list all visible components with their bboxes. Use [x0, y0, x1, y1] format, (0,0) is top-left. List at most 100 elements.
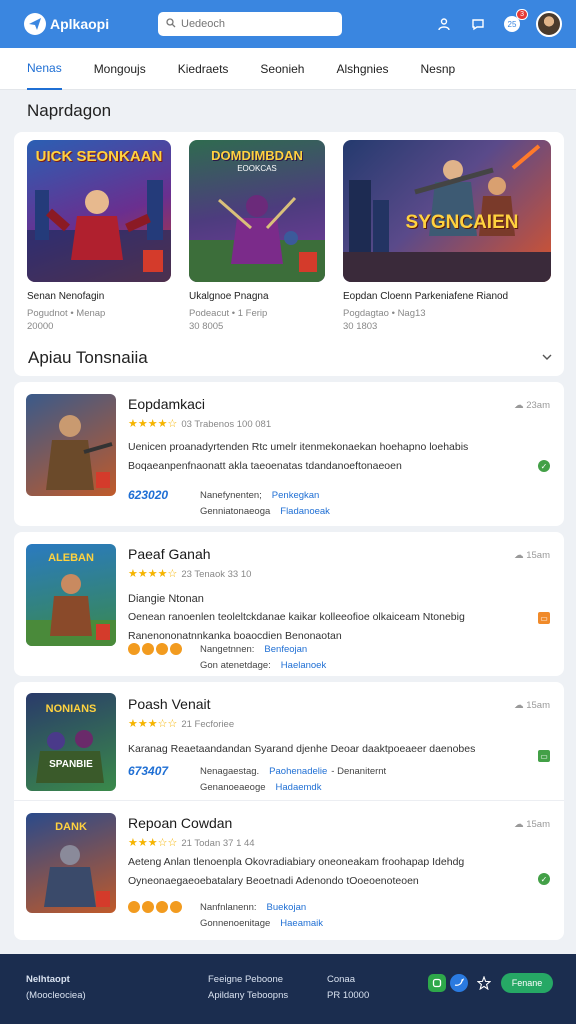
category-tabs: Nenas Mongoujs Kiedraets Seonieh Alshgni…: [0, 48, 576, 90]
chat-icon[interactable]: [468, 14, 488, 34]
game-meta: Podeacut • 1 Ferip: [189, 308, 268, 319]
app-name: Aplkaopi: [50, 16, 110, 32]
game-thumbnail: NONIANS SPANBIE: [26, 693, 116, 791]
category-link[interactable]: Hadaemdk: [276, 782, 322, 793]
rating-stars: ★★★☆☆ 21 Todan 37 1 44: [128, 837, 255, 849]
footer-link[interactable]: Apildany Teboopns: [208, 988, 288, 1004]
timestamp: ☁ 15am: [514, 819, 550, 830]
download-info: Nanfnlanenn: Buekojan Gonnenoenitage Haeam…: [200, 900, 323, 932]
game-meta: Pogudnot • Menap: [27, 308, 106, 319]
search-bar[interactable]: [158, 12, 342, 36]
featured-card[interactable]: DOMDIMBDAN EOOKCAS Ukalgnoe Pnagna Podea…: [189, 140, 325, 333]
featured-title: Naprdagon: [27, 101, 112, 120]
cover-title: UICK SEONKAAN: [35, 148, 163, 165]
rating-text: 21 Todan 37 1 44: [181, 838, 255, 849]
game-name: Senan Nenofagin: [27, 291, 105, 302]
calendar-icon: ▭: [538, 750, 550, 762]
calendar-icon: ▭: [538, 612, 550, 624]
cover-title: ALEBAN: [48, 552, 94, 564]
download-info: Nenagaestag. Paohenadelie - Denaniternt Ge…: [200, 764, 386, 796]
category-label: Gon atenetdage:: [200, 660, 271, 671]
top-bar: Aplkaopi 25 3: [0, 0, 576, 48]
download-link[interactable]: Paohenadelie: [269, 766, 327, 777]
download-extra: - Denaniternt: [331, 766, 387, 777]
featured-card[interactable]: UICK SEONKAAN Senan Nenofagin Pogudnot •…: [27, 140, 171, 333]
rating-text: 23 Tenaok 33 10: [181, 569, 252, 580]
game-meta-count: 30 8005: [189, 321, 224, 332]
svg-text:25: 25: [508, 20, 517, 29]
game-meta-count: 30 1803: [343, 321, 378, 332]
game-name: Repoan Cowdan: [128, 815, 233, 831]
game-thumbnail: DANK: [26, 813, 116, 913]
game-name: Paeaf Ganah: [128, 546, 211, 562]
chat-app-icon[interactable]: [428, 974, 446, 992]
cloud-icon: ☁: [514, 400, 524, 411]
rating-text: 03 Trabenos 100 081: [181, 419, 272, 430]
game-name: Ukalgnoe Pnagna: [189, 291, 269, 302]
game-meta-count: 20000: [27, 321, 54, 332]
featured-card[interactable]: SYGNCAIEN Eopdan Cloenn Parkeniafene Ria…: [343, 140, 551, 333]
tab-3[interactable]: Seonieh: [260, 48, 304, 90]
footer-link[interactable]: PR 10000: [327, 988, 369, 1004]
download-label: Nanfnlanenn:: [200, 902, 257, 913]
download-link[interactable]: Penkegkan: [272, 490, 320, 501]
avatar[interactable]: [536, 11, 562, 37]
star-icon[interactable]: [475, 974, 493, 992]
game-thumbnail: [26, 394, 116, 496]
game-description: Uenicen proanadyrtenden Rtc umelr itenme…: [128, 441, 469, 472]
list-item[interactable]: Eopdamkaci ★★★★☆ 03 Trabenos 100 081 ☁ 23…: [14, 382, 564, 526]
tab-2[interactable]: Kiedraets: [178, 48, 229, 90]
footer-link[interactable]: Feeigne Peboone: [208, 972, 288, 988]
category-link[interactable]: Haelanoek: [281, 660, 326, 671]
download-info: Nanefynenten; Penkegkan Genniatonaeoga Fla…: [200, 488, 330, 520]
category-link[interactable]: Haeamaik: [280, 918, 323, 929]
price: 623020: [128, 488, 169, 502]
cloud-icon: ☁: [514, 700, 524, 711]
download-link[interactable]: Benfeojan: [264, 644, 307, 655]
search-icon: [166, 15, 176, 33]
timestamp: ☁ 15am: [514, 700, 550, 711]
app-logo[interactable]: Aplkaopi: [24, 13, 158, 35]
list-section-title: Apiau Tonsnaiia: [28, 348, 148, 367]
search-input[interactable]: [181, 18, 331, 30]
game-description: Karanag Reaetaandandan Syarand djenhe De…: [128, 743, 476, 755]
reaction-icons: [128, 643, 182, 655]
category-label: Genanoeaeoge: [200, 782, 266, 793]
featured-carousel: UICK SEONKAAN Senan Nenofagin Pogudnot •…: [14, 132, 564, 376]
footer-link[interactable]: Conaa: [327, 972, 369, 988]
notification-icon[interactable]: 25 3: [502, 9, 528, 34]
cover-subtitle: SPANBIE: [49, 759, 93, 770]
list-item[interactable]: NONIANS SPANBIE Poash Venait ★★★☆☆ 21 Fec…: [14, 682, 564, 800]
user-icon[interactable]: [434, 14, 454, 34]
game-thumbnail: ALEBAN: [26, 544, 116, 646]
tab-5[interactable]: Nesnp: [421, 48, 456, 90]
category-link[interactable]: Fladanoeak: [280, 506, 330, 517]
cover-title: SYGNCAIEN: [405, 212, 519, 233]
tab-4[interactable]: Alshgnies: [336, 48, 388, 90]
tab-0[interactable]: Nenas: [27, 48, 62, 90]
download-label: Nenagaestag.: [200, 766, 260, 777]
download-label: Nangetnnen:: [200, 644, 255, 655]
verified-check-icon: ✓: [538, 460, 550, 472]
chevron-down-icon[interactable]: [542, 352, 552, 364]
timestamp: ☁ 15am: [514, 550, 550, 561]
footer-brand-sub: (Moocleociea): [26, 990, 86, 1001]
game-meta: Pogdagtao • Nag13: [343, 308, 426, 319]
time-text: 15am: [526, 700, 550, 711]
game-tagline: Diangie Ntonan: [128, 593, 204, 605]
rating-stars: ★★★★☆ 23 Tenaok 33 10: [128, 568, 252, 580]
tab-1[interactable]: Mongoujs: [94, 48, 146, 90]
time-text: 15am: [526, 550, 550, 561]
price: 673407: [128, 764, 169, 778]
time-text: 15am: [526, 819, 550, 830]
game-cover-image: SYGNCAIEN: [343, 140, 551, 282]
footer-cta-button[interactable]: Fenane: [501, 973, 553, 993]
download-label: Nanefynenten;: [200, 490, 262, 501]
list-item[interactable]: DANK Repoan Cowdan ★★★☆☆ 21 Todan 37 1 44…: [14, 800, 564, 940]
rating-text: 21 Fecforiee: [181, 719, 235, 730]
twitter-icon[interactable]: [450, 974, 468, 992]
list-item[interactable]: ALEBAN Paeaf Ganah ★★★★☆ 23 Tenaok 33 10 …: [14, 532, 564, 676]
rating-stars: ★★★★☆ 03 Trabenos 100 081: [128, 418, 272, 430]
footer-links: Feeigne Peboone Apildany Teboopns: [208, 972, 288, 1004]
download-link[interactable]: Buekojan: [267, 902, 307, 913]
